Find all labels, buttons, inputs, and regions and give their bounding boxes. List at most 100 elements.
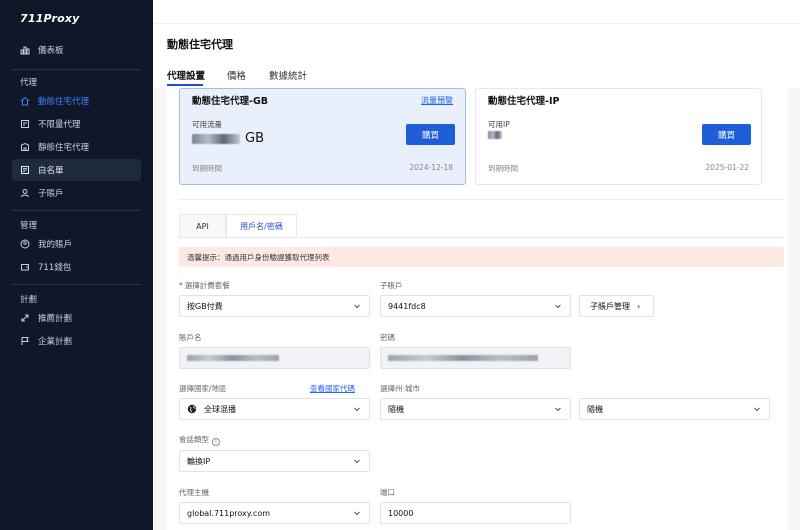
section-label-proxy: 代理	[20, 78, 38, 88]
tab-api[interactable]: API	[179, 214, 226, 238]
sidebar-item-label: 動態住宅代理	[38, 97, 90, 107]
sidebar-item-label: 白名單	[38, 166, 64, 176]
subtab-baseline	[179, 237, 784, 238]
chevron-down-icon	[555, 407, 561, 412]
chevron-down-icon	[555, 304, 561, 309]
session-type-select[interactable]: 輪換IP	[179, 450, 370, 472]
sidebar-divider	[12, 284, 141, 285]
port-label: 端口	[380, 488, 395, 497]
tab-statistics[interactable]: 數據統計	[269, 68, 307, 82]
expire-date: 2024-12-18	[409, 163, 453, 172]
chevron-down-icon	[754, 407, 760, 412]
building-icon	[20, 142, 30, 152]
sidebar-item-static-residential[interactable]: 靜態住宅代理	[12, 136, 141, 158]
sidebar-item-unlimited[interactable]: 不限量代理	[12, 113, 141, 135]
card-subtitle: 可用流量	[192, 120, 222, 129]
sidebar-item-referral[interactable]: 推薦計劃	[12, 307, 141, 329]
sidebar-item-label: 儀表板	[38, 46, 64, 56]
city-select[interactable]: 隨機	[579, 398, 770, 420]
section-divider	[179, 199, 784, 200]
billing-select[interactable]: 按GB付費	[179, 295, 370, 317]
card-title: 動態住宅代理-IP	[488, 96, 560, 107]
sidebar-item-label: 我的賬戶	[38, 240, 73, 250]
card-title: 動態住宅代理-GB	[192, 96, 268, 107]
flag-icon	[20, 336, 30, 346]
available-ip	[488, 131, 502, 139]
sidebar-item-my-account[interactable]: 我的賬戶	[12, 233, 141, 255]
active-tab-indicator	[167, 84, 203, 86]
sidebar: 711Proxy 儀表板 代理 動態住宅代理 不限量代理 靜態住宅代理 白名單 …	[0, 0, 153, 530]
sidebar-item-enterprise[interactable]: 企業計劃	[12, 330, 141, 352]
sidebar-item-subaccount[interactable]: 子賬戶	[12, 182, 141, 204]
sidebar-item-label: 靜態住宅代理	[38, 143, 90, 153]
traffic-unit: GB	[245, 131, 264, 146]
buy-button[interactable]: 購買	[702, 124, 751, 145]
proxy-host-select[interactable]: global.711proxy.com	[179, 502, 370, 524]
section-label-manage: 管理	[20, 221, 38, 231]
sidebar-item-label: 推薦計劃	[38, 314, 73, 324]
brand-logo[interactable]: 711Proxy	[20, 12, 80, 25]
main-area: 動態住宅代理 代理設置 價格 數據統計 動態住宅代理-GB 流量預警 可用流量 …	[153, 24, 800, 530]
country-select[interactable]: 全球混播	[179, 398, 370, 420]
home-icon	[20, 96, 30, 106]
page-title: 動態住宅代理	[167, 38, 233, 51]
account-name-label: 賬戶名	[179, 333, 202, 342]
redacted-text	[187, 355, 279, 361]
chevron-down-icon	[354, 407, 360, 412]
account-icon	[20, 239, 30, 249]
account-name-field[interactable]	[179, 347, 370, 369]
wallet-icon	[20, 262, 30, 272]
referral-icon	[20, 313, 30, 323]
tab-username-password[interactable]: 用戶名/密碼	[226, 214, 297, 238]
redacted-value	[488, 131, 502, 139]
sidebar-item-whitelist[interactable]: 白名單	[12, 159, 141, 181]
card-subtitle: 可用IP	[488, 120, 510, 129]
globe-icon	[187, 404, 197, 414]
expire-date: 2025-01-22	[705, 163, 749, 172]
expire-label: 到期時間	[192, 164, 222, 173]
sidebar-divider	[12, 69, 141, 70]
chevron-down-icon	[354, 304, 360, 309]
dashboard-icon	[20, 45, 30, 55]
notice-banner: 溫馨提示：通過用戶身份驗證獲取代理列表	[179, 247, 784, 267]
expire-label: 到期時間	[488, 164, 518, 173]
country-code-link[interactable]: 查看國家代碼	[310, 383, 355, 394]
sidebar-item-wallet[interactable]: 711錢包	[12, 256, 141, 278]
chevron-down-icon	[354, 511, 360, 516]
sidebar-item-label: 企業計劃	[38, 337, 73, 347]
top-bar	[153, 0, 800, 24]
plan-card-gb[interactable]: 動態住宅代理-GB 流量預警 可用流量 GB 購買 到期時間 2024-12-1…	[179, 88, 466, 185]
list-icon	[20, 165, 30, 175]
subaccount-manage-button[interactable]: 子賬戶管理 ›	[579, 295, 654, 317]
sidebar-item-label: 不限量代理	[38, 120, 81, 130]
content-panel: 動態住宅代理-GB 流量預警 可用流量 GB 購買 到期時間 2024-12-1…	[167, 88, 788, 530]
password-field[interactable]	[380, 347, 571, 369]
available-traffic: GB	[192, 131, 264, 146]
session-type-label: 會話類型 i	[179, 434, 220, 446]
traffic-alert-link[interactable]: 流量預警	[421, 95, 453, 106]
section-label-plan: 計劃	[20, 295, 38, 305]
sidebar-item-label: 711錢包	[38, 263, 72, 273]
sidebar-divider	[12, 210, 141, 211]
password-label: 密碼	[380, 333, 395, 342]
tab-pricing[interactable]: 價格	[227, 68, 246, 82]
state-select[interactable]: 隨機	[380, 398, 571, 420]
buy-button[interactable]: 購買	[406, 124, 455, 145]
infinity-icon	[20, 119, 30, 129]
user-icon	[20, 188, 30, 198]
sidebar-item-dynamic-residential[interactable]: 動態住宅代理	[12, 90, 141, 112]
redacted-text	[388, 355, 538, 361]
subaccount-select[interactable]: 9441fdc8	[380, 295, 571, 317]
tab-proxy-settings[interactable]: 代理設置	[167, 68, 205, 82]
chevron-right-icon: ›	[637, 301, 641, 311]
billing-label: * 選擇計費套餐	[179, 281, 230, 290]
port-input[interactable]: 10000	[380, 502, 571, 524]
country-label: 選擇國家/地區	[179, 384, 227, 393]
sidebar-item-label: 子賬戶	[38, 189, 64, 199]
sidebar-item-dashboard[interactable]: 儀表板	[12, 39, 141, 61]
plan-card-ip[interactable]: 動態住宅代理-IP 可用IP 購買 到期時間 2025-01-22	[475, 88, 762, 185]
subaccount-label: 子賬戶	[380, 281, 403, 290]
redacted-value	[192, 133, 240, 144]
info-icon[interactable]: i	[212, 438, 220, 446]
state-city-label: 選擇州·城市	[380, 384, 420, 393]
